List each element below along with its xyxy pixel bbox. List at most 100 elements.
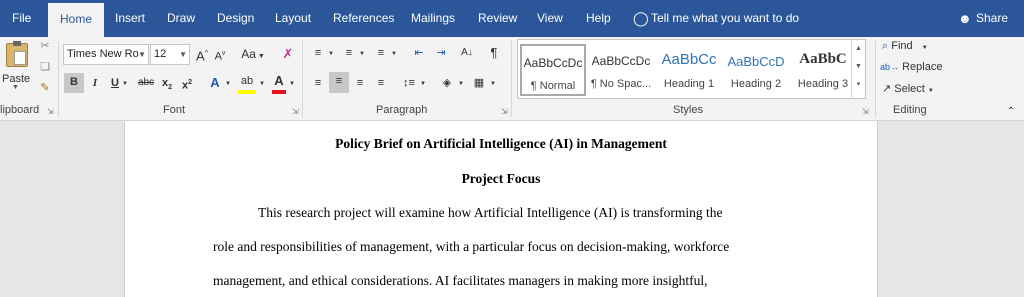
- copy-icon[interactable]: ❏: [38, 58, 52, 76]
- chevron-down-icon[interactable]: ▼: [327, 45, 335, 63]
- select-label: Select: [894, 83, 925, 95]
- underline-button[interactable]: U: [108, 74, 122, 92]
- chevron-down-icon[interactable]: ▼: [419, 75, 427, 93]
- style-heading-2[interactable]: AaBbCcD Heading 2: [723, 44, 789, 96]
- group-divider: [58, 41, 59, 117]
- ribbon-tab-bar: File Home Insert Draw Design Layout Refe…: [0, 0, 1024, 37]
- replace-label: Replace: [902, 61, 943, 73]
- tab-review[interactable]: Review: [478, 0, 517, 37]
- document-page[interactable]: Policy Brief on Artificial Intelligence …: [124, 121, 878, 297]
- share-button[interactable]: Share: [976, 0, 1008, 37]
- change-case-button[interactable]: Aa ▼: [240, 45, 266, 66]
- cursor-icon: ↗: [882, 83, 892, 95]
- styles-group-label: Styles: [673, 104, 703, 116]
- numbering-icon[interactable]: ≡: [340, 44, 358, 62]
- styles-launcher-icon[interactable]: ⇲: [862, 107, 869, 116]
- bullets-icon[interactable]: ≡: [309, 44, 327, 62]
- style-heading-3[interactable]: AaBbC Heading 3: [790, 44, 856, 96]
- bold-button[interactable]: B: [64, 73, 84, 93]
- paste-button[interactable]: Paste ▼: [2, 41, 32, 91]
- italic-button[interactable]: I: [88, 74, 102, 92]
- chevron-down-icon[interactable]: ▼: [224, 75, 232, 93]
- more-styles-icon[interactable]: ▾: [852, 76, 865, 94]
- multilevel-list-icon[interactable]: ≡: [372, 44, 390, 62]
- ribbon: Paste ▼ ✂ ❏ ✎ lipboard ⇲ Times New Ro ▼ …: [0, 37, 1024, 121]
- document-canvas: Policy Brief on Artificial Intelligence …: [0, 121, 1024, 297]
- chevron-down-icon: ▼: [138, 50, 146, 59]
- scroll-down-icon[interactable]: ▼: [852, 58, 865, 76]
- tab-view[interactable]: View: [537, 0, 563, 37]
- format-painter-icon[interactable]: ✎: [38, 79, 52, 97]
- select-button[interactable]: ↗ Select ▼: [882, 82, 934, 100]
- align-center-icon[interactable]: ≡: [329, 72, 349, 93]
- replace-icon: ab→: [880, 62, 900, 72]
- tab-draw[interactable]: Draw: [167, 0, 195, 37]
- tab-layout[interactable]: Layout: [275, 0, 311, 37]
- style-heading-1[interactable]: AaBbCc Heading 1: [656, 44, 722, 96]
- chevron-down-icon: ▼: [927, 88, 934, 94]
- shading-icon[interactable]: ◈: [438, 74, 456, 92]
- borders-icon[interactable]: ▦: [470, 74, 488, 92]
- subscript-button[interactable]: x2: [160, 74, 174, 97]
- lightbulb-icon: ◯: [633, 10, 649, 26]
- font-family-select[interactable]: Times New Ro ▼: [63, 44, 149, 65]
- clear-formatting-icon[interactable]: ✗: [280, 45, 296, 63]
- increase-indent-icon[interactable]: ⇥: [432, 44, 450, 62]
- tab-references[interactable]: References: [333, 0, 394, 37]
- document-title: Policy Brief on Artificial Intelligence …: [335, 136, 667, 151]
- strikethrough-button[interactable]: abc: [136, 74, 156, 92]
- decrease-indent-icon[interactable]: ⇤: [410, 44, 428, 62]
- collapse-ribbon-icon[interactable]: ⌃: [1004, 103, 1018, 121]
- tab-design[interactable]: Design: [217, 0, 254, 37]
- body-line: This research project will examine how A…: [258, 205, 723, 220]
- paragraph-launcher-icon[interactable]: ⇲: [501, 107, 508, 116]
- text-effects-icon[interactable]: A: [208, 74, 222, 92]
- font-color-icon[interactable]: A: [272, 72, 286, 94]
- cut-icon[interactable]: ✂: [38, 37, 52, 55]
- justify-icon[interactable]: ≡: [372, 74, 390, 92]
- tab-insert[interactable]: Insert: [115, 0, 145, 37]
- shrink-font-icon[interactable]: Av: [212, 45, 228, 66]
- find-button[interactable]: ⌕ Find ▼: [882, 40, 928, 58]
- chevron-down-icon[interactable]: ▼: [358, 45, 366, 63]
- replace-button[interactable]: ab→ Replace: [880, 61, 942, 79]
- group-divider: [875, 41, 876, 117]
- tab-file[interactable]: File: [12, 0, 31, 37]
- chevron-down-icon[interactable]: ▼: [288, 75, 296, 93]
- sort-icon[interactable]: A↓: [458, 44, 476, 62]
- section-heading: Project Focus: [461, 171, 541, 186]
- group-divider: [511, 41, 512, 117]
- scroll-up-icon[interactable]: ▲: [852, 40, 865, 58]
- body-line: management, and ethical considerations. …: [213, 273, 708, 288]
- body-line: role and responsibilities of management,…: [213, 239, 730, 254]
- chevron-down-icon[interactable]: ▼: [258, 75, 266, 93]
- paragraph-group-label: Paragraph: [376, 104, 428, 116]
- styles-gallery: AaBbCcDc ¶ Normal AaBbCcDc ¶ No Spac... …: [517, 39, 866, 99]
- chevron-down-icon: ▼: [12, 84, 19, 91]
- show-marks-icon[interactable]: ¶: [486, 44, 502, 62]
- chevron-down-icon[interactable]: ▼: [390, 45, 398, 63]
- chevron-down-icon[interactable]: ▼: [457, 75, 465, 93]
- tab-home[interactable]: Home: [48, 3, 105, 37]
- line-spacing-icon[interactable]: ↕≡: [400, 74, 418, 92]
- clipboard-launcher-icon[interactable]: ⇲: [47, 107, 54, 116]
- highlight-icon[interactable]: ab: [238, 72, 256, 94]
- chevron-down-icon: ▼: [179, 50, 187, 59]
- style-normal[interactable]: AaBbCcDc ¶ Normal: [520, 44, 586, 96]
- styles-scroll[interactable]: ▲ ▼ ▾: [851, 40, 865, 98]
- style-no-spacing[interactable]: AaBbCcDc ¶ No Spac...: [588, 44, 654, 96]
- tab-help[interactable]: Help: [586, 0, 611, 37]
- tab-mailings[interactable]: Mailings: [411, 0, 455, 37]
- align-right-icon[interactable]: ≡: [351, 74, 369, 92]
- chevron-down-icon[interactable]: ▼: [489, 75, 497, 93]
- font-group-label: Font: [163, 104, 186, 116]
- grow-font-icon[interactable]: A^: [194, 45, 210, 65]
- chevron-down-icon: ▼: [921, 45, 928, 51]
- chevron-down-icon[interactable]: ▼: [121, 75, 129, 93]
- superscript-button[interactable]: x2: [180, 74, 194, 95]
- group-divider: [302, 41, 303, 117]
- align-left-icon[interactable]: ≡: [309, 74, 327, 92]
- font-launcher-icon[interactable]: ⇲: [292, 107, 299, 116]
- tell-me-search[interactable]: Tell me what you want to do: [651, 0, 799, 37]
- font-size-select[interactable]: 12 ▼: [150, 44, 190, 65]
